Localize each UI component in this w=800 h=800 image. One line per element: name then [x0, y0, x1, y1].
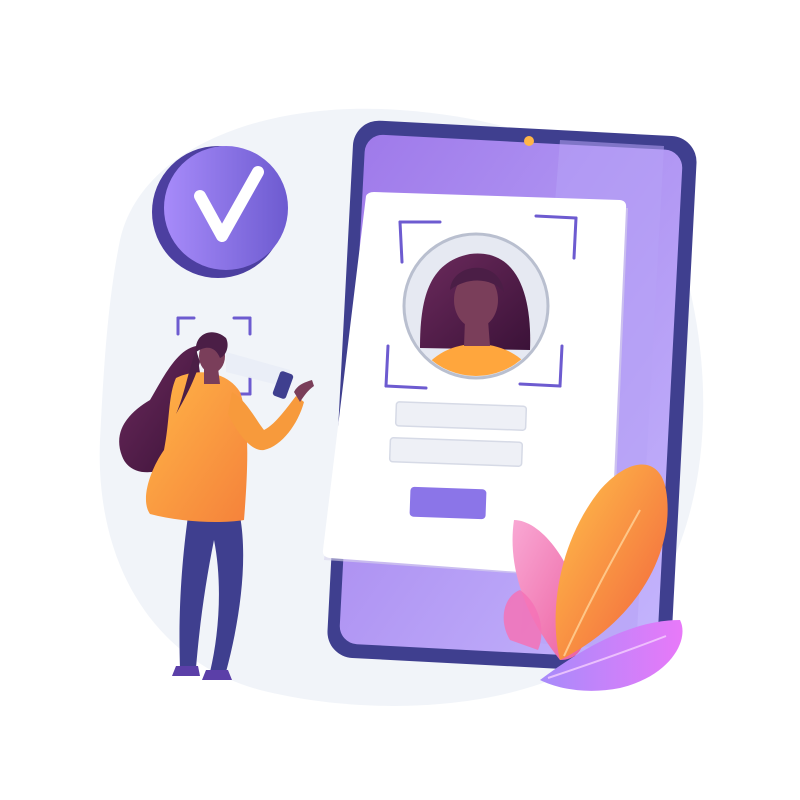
face-verification-illustration: [0, 0, 800, 800]
id-input-field-1[interactable]: [394, 401, 528, 431]
phone-camera-icon: [524, 136, 534, 146]
submit-button[interactable]: [409, 486, 487, 520]
illustration-canvas: [99, 108, 704, 706]
id-input-field-2[interactable]: [388, 437, 524, 467]
